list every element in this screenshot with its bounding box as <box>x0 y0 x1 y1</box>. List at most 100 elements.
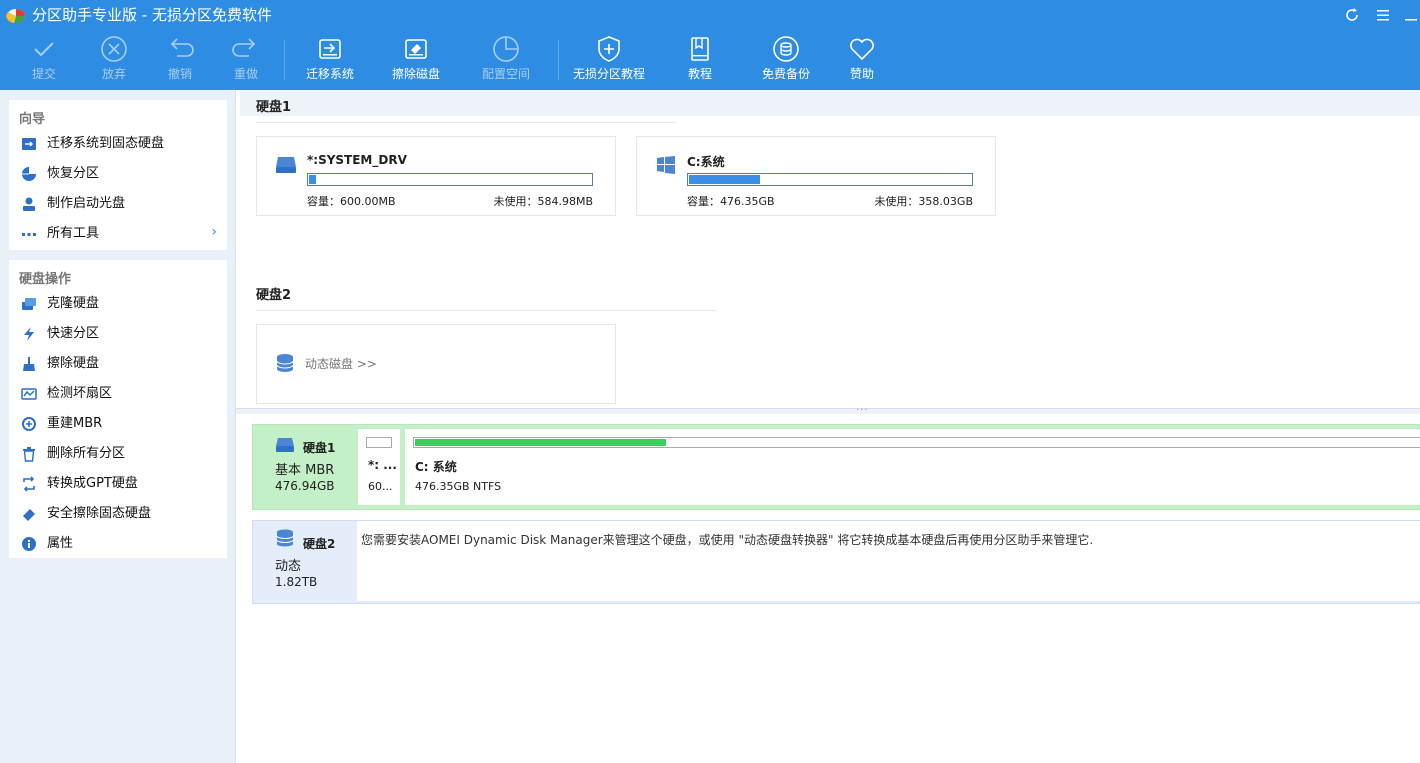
trash-icon <box>23 447 35 462</box>
wizard-heading: 向导 <box>19 112 46 127</box>
sidebar-item-clone-disk[interactable]: 克隆硬盘 <box>9 290 227 318</box>
redo-icon <box>232 38 256 57</box>
sidebar-item-delete-all-partitions[interactable]: 删除所有分区 <box>9 440 227 468</box>
usage-bar-fill <box>309 175 316 184</box>
sidebar-item-properties[interactable]: 属性 <box>9 530 227 558</box>
wipe-disk-button[interactable]: 擦除磁盘 <box>388 34 444 88</box>
chevron-right-icon: › <box>211 224 217 240</box>
refresh-icon[interactable] <box>1343 6 1361 24</box>
usage-bar-fill <box>415 439 666 446</box>
usage-bar-fill <box>689 175 760 184</box>
wizard-section: 向导 迁移系统到固态硬盘 恢复分区 制作启动光盘 所有工具 › <box>9 100 227 250</box>
surface-test-icon <box>21 388 37 400</box>
sidebar-item-restore-partition[interactable]: 恢复分区 <box>9 160 227 188</box>
disk-overview: 硬盘1 *:SYSTEM_DRV 容量：600.00MB 未使用：584.98M… <box>236 90 1420 408</box>
migrate-os-button[interactable]: 迁移系统 <box>302 34 358 88</box>
check-icon <box>34 42 54 57</box>
info-icon <box>22 537 36 551</box>
allocate-space-button[interactable]: 配置空间 <box>478 34 534 88</box>
disk-name: 硬盘2 <box>303 537 336 551</box>
disk-type: 动态 <box>275 559 302 574</box>
disk-ops-heading: 硬盘操作 <box>19 272 72 287</box>
disk2-info: 硬盘2 动态 1.82TB <box>253 521 357 603</box>
disk-operations-section: 硬盘操作 克隆硬盘 快速分区 擦除硬盘 检测坏扇区 重建MBR 删除所有分区 转… <box>9 260 227 558</box>
sponsor-button[interactable]: 赞助 <box>840 34 884 88</box>
dynamic-disk-link: 动态磁盘 >> <box>305 357 377 371</box>
broom-icon <box>23 357 35 371</box>
toolbar-separator <box>558 40 559 80</box>
convert-icon <box>23 476 35 492</box>
usage-bar <box>687 173 973 186</box>
database-icon <box>276 354 294 372</box>
sidebar-item-quick-partition[interactable]: 快速分区 <box>9 320 227 348</box>
free-backup-button[interactable]: 免费备份 <box>756 34 816 88</box>
map-partition-c[interactable]: C: 系统 476.35GB NTFS <box>405 429 1420 505</box>
map-partition-system-drv[interactable]: *: ... 60... <box>358 429 400 505</box>
disk-map: 硬盘1 基本 MBR 476.94GB *: ... 60... C: 系统 4… <box>236 414 1420 763</box>
partition-card-c[interactable]: C:系统 容量：476.35GB 未使用：358.03GB <box>636 136 996 216</box>
partition-free: 未使用：358.03GB <box>874 195 973 208</box>
migrate-os-icon <box>319 39 341 59</box>
usage-bar <box>307 173 593 186</box>
partition-size: 476.35GB NTFS <box>415 480 502 493</box>
sidebar-item-bootable-media[interactable]: 制作启动光盘 <box>9 190 227 218</box>
cancel-circle-icon <box>101 36 127 62</box>
partition-free: 未使用：584.98MB <box>493 195 593 208</box>
partition-capacity: 容量：476.35GB <box>687 195 775 208</box>
partition-card-system-drv[interactable]: *:SYSTEM_DRV 容量：600.00MB 未使用：584.98MB <box>256 136 616 216</box>
more-dots-icon <box>22 233 36 236</box>
sidebar-item-migrate-ssd[interactable]: 迁移系统到固态硬盘 <box>9 130 227 158</box>
divider <box>256 122 676 123</box>
usage-bar <box>366 437 392 448</box>
dynamic-disk-message-area: 您需要安装AOMEI Dynamic Disk Manager来管理这个硬盘，或… <box>357 521 1420 601</box>
submit-button[interactable]: 提交 <box>22 34 66 88</box>
usage-bar <box>413 437 1420 448</box>
lightning-icon <box>24 327 34 341</box>
migrate-ssd-icon <box>22 138 36 150</box>
allocate-space-icon <box>493 36 519 62</box>
heart-icon <box>850 38 874 61</box>
app-logo-icon <box>6 9 26 24</box>
partition-capacity: 容量：600.00MB <box>307 195 396 208</box>
tutorial-partition-button[interactable]: 无损分区教程 <box>570 34 648 88</box>
left-panel: 向导 迁移系统到固态硬盘 恢复分区 制作启动光盘 所有工具 › 硬盘操作 克隆硬… <box>0 90 236 763</box>
minimize-icon[interactable] <box>1402 6 1420 24</box>
disk-type: 基本 MBR <box>275 463 335 478</box>
sidebar-item-surface-test[interactable]: 检测坏扇区 <box>9 380 227 408</box>
database-icon <box>276 529 294 547</box>
sidebar-item-rebuild-mbr[interactable]: 重建MBR <box>9 410 227 438</box>
rebuild-mbr-icon <box>22 417 36 431</box>
bootable-media-icon <box>23 197 35 211</box>
disk1-header-band <box>240 90 1420 116</box>
clone-disk-icon <box>22 298 36 310</box>
disk-drive-icon <box>276 438 294 452</box>
undo-icon <box>170 38 194 57</box>
disk1-info: 硬盘1 基本 MBR 476.94GB <box>253 425 357 509</box>
dynamic-disk-card[interactable]: 动态磁盘 >> <box>256 324 616 404</box>
toolbar: 提交 放弃 撤销 重做 迁移系统 擦除磁盘 配置空间 无损分区教程 教程 免费备… <box>0 30 1420 90</box>
sidebar-item-secure-erase-ssd[interactable]: 安全擦除固态硬盘 <box>9 500 227 528</box>
partition-name: C:系统 <box>687 155 725 169</box>
disk-name: 硬盘1 <box>303 441 336 455</box>
partition-name: *:SYSTEM_DRV <box>307 153 407 167</box>
disk2-map-row[interactable]: 硬盘2 动态 1.82TB 您需要安装AOMEI Dynamic Disk Ma… <box>252 520 1420 604</box>
shield-plus-icon <box>598 36 620 62</box>
tutorial-button[interactable]: 教程 <box>678 34 722 88</box>
disk1-map-row[interactable]: 硬盘1 基本 MBR 476.94GB *: ... 60... C: 系统 4… <box>252 424 1420 510</box>
partition-name: *: ... <box>368 458 397 472</box>
sidebar-item-convert-gpt[interactable]: 转换成GPT硬盘 <box>9 470 227 498</box>
wipe-disk-icon <box>405 39 427 59</box>
discard-button[interactable]: 放弃 <box>92 34 136 88</box>
menu-icon[interactable] <box>1374 6 1392 24</box>
undo-button[interactable]: 撤销 <box>158 34 202 88</box>
sidebar-item-wipe-disk[interactable]: 擦除硬盘 <box>9 350 227 378</box>
redo-button[interactable]: 重做 <box>224 34 268 88</box>
disk-size: 1.82TB <box>275 575 318 589</box>
disk2-title: 硬盘2 <box>256 288 292 303</box>
sidebar-item-all-tools[interactable]: 所有工具 › <box>9 220 227 248</box>
partition-size: 60... <box>368 480 393 493</box>
partition-name: C: 系统 <box>415 460 457 474</box>
windows-icon <box>657 156 675 174</box>
disk-drive-icon <box>276 157 296 173</box>
backup-icon <box>773 36 799 62</box>
